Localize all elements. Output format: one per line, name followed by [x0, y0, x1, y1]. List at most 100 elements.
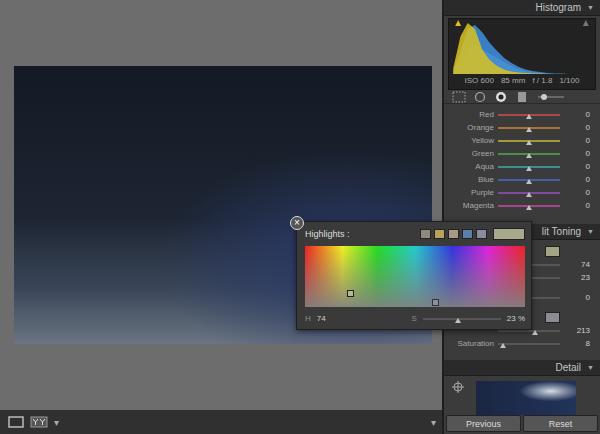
hsl-row: Purple 0: [444, 186, 600, 199]
panel-button[interactable]: Reset: [523, 415, 598, 432]
hue-value[interactable]: 74: [317, 314, 326, 323]
red-eye-icon[interactable]: [494, 91, 508, 103]
close-button[interactable]: ×: [290, 216, 304, 230]
color-marker[interactable]: [432, 299, 439, 306]
hsl-value[interactable]: 0: [564, 201, 590, 210]
hsl-slider[interactable]: [498, 127, 560, 129]
split-value[interactable]: 0: [564, 293, 590, 302]
detail-thumbnail: [476, 381, 576, 415]
split-value[interactable]: 74: [564, 260, 590, 269]
hsl-row: Blue 0: [444, 173, 600, 186]
detail-toggle[interactable]: ▼: [587, 364, 594, 371]
exif-item: 85 mm: [501, 76, 525, 85]
preset-swatch[interactable]: [462, 229, 473, 239]
split-value[interactable]: 8: [564, 339, 590, 348]
color-field[interactable]: [305, 246, 525, 307]
popup-footer: H 74 S 23 %: [305, 312, 525, 325]
slider-thumb[interactable]: [526, 192, 532, 197]
slider-thumb[interactable]: [500, 343, 506, 348]
hsl-label: Yellow: [448, 136, 494, 145]
hsl-value[interactable]: 0: [564, 162, 590, 171]
shadow-clip-icon[interactable]: [455, 20, 461, 26]
histogram-toggle[interactable]: ▼: [587, 4, 594, 11]
preset-swatch[interactable]: [476, 229, 487, 239]
color-picker-popup: × Highlights : H 74 S 23 %: [296, 221, 532, 330]
color-marker[interactable]: [347, 290, 354, 297]
highlight-clip-icon[interactable]: [583, 20, 589, 26]
split-slider[interactable]: [498, 343, 560, 345]
image-stage: [0, 0, 442, 410]
hsl-value[interactable]: 0: [564, 149, 590, 158]
histogram: ISO 60085 mmf / 1.81/100: [448, 18, 596, 90]
slider-thumb[interactable]: [526, 205, 532, 210]
hsl-label: Blue: [448, 175, 494, 184]
popup-header: Highlights :: [305, 227, 525, 241]
slider-thumb[interactable]: [532, 330, 538, 335]
hsl-slider[interactable]: [498, 205, 560, 207]
histogram-series: [453, 23, 591, 74]
histogram-chart: [452, 19, 592, 74]
split-value[interactable]: 23: [564, 273, 590, 282]
hsl-row: Magenta 0: [444, 199, 600, 212]
hsl-value[interactable]: 0: [564, 175, 590, 184]
hsl-slider[interactable]: [498, 114, 560, 116]
tool-strip: [444, 90, 600, 104]
hsl-list: Red 0Orange 0Yellow 0Green 0Aqua 0Blue 0…: [444, 104, 600, 218]
slider-thumb[interactable]: [455, 318, 461, 323]
brush-icon[interactable]: [536, 91, 566, 103]
current-color: [493, 228, 525, 240]
color-swatch[interactable]: [545, 246, 560, 257]
slider-thumb[interactable]: [526, 114, 532, 119]
hsl-slider[interactable]: [498, 179, 560, 181]
spot-removal-icon[interactable]: [473, 91, 487, 103]
left-area: ▾ ▾: [0, 0, 444, 434]
preset-swatch[interactable]: [420, 229, 431, 239]
hsl-row: Green 0: [444, 147, 600, 160]
exif-item: ISO 600: [465, 76, 494, 85]
graduated-filter-icon[interactable]: [515, 91, 529, 103]
swatch-list: [420, 229, 487, 239]
hsl-label: Red: [448, 110, 494, 119]
detail-preview: [444, 376, 600, 415]
hsl-label: Aqua: [448, 162, 494, 171]
view-dropdown[interactable]: ▾: [54, 417, 59, 428]
hsl-value[interactable]: 0: [564, 188, 590, 197]
slider-thumb[interactable]: [526, 166, 532, 171]
hsl-row: Yellow 0: [444, 134, 600, 147]
hsl-row: Aqua 0: [444, 160, 600, 173]
split-label: Saturation: [448, 339, 494, 348]
split-toning-title: lit Toning: [542, 226, 581, 237]
hue-label: H: [305, 314, 311, 323]
slider-thumb[interactable]: [526, 127, 532, 132]
toolbar-menu[interactable]: ▾: [431, 417, 436, 428]
slider-thumb[interactable]: [526, 179, 532, 184]
target-icon[interactable]: [452, 381, 464, 393]
hsl-value[interactable]: 0: [564, 110, 590, 119]
saturation-slider[interactable]: [423, 318, 501, 320]
hsl-value[interactable]: 0: [564, 123, 590, 132]
histogram-header[interactable]: Histogram ▼: [444, 0, 600, 16]
split-value[interactable]: 213: [564, 326, 590, 335]
slider-thumb[interactable]: [526, 153, 532, 158]
hsl-label: Green: [448, 149, 494, 158]
preset-swatch[interactable]: [448, 229, 459, 239]
detail-title: Detail: [555, 362, 581, 373]
split-toning-row: Saturation 8: [444, 337, 600, 350]
hsl-slider[interactable]: [498, 166, 560, 168]
loupe-view-icon[interactable]: [8, 416, 24, 428]
split-toning-toggle[interactable]: ▼: [587, 228, 594, 235]
preset-swatch[interactable]: [434, 229, 445, 239]
slider-thumb[interactable]: [526, 140, 532, 145]
hsl-slider[interactable]: [498, 140, 560, 142]
hsl-value[interactable]: 0: [564, 136, 590, 145]
saturation-value[interactable]: 23 %: [507, 314, 525, 323]
detail-header[interactable]: Detail ▼: [444, 360, 600, 376]
compare-view-icon[interactable]: [30, 416, 48, 428]
color-swatch[interactable]: [545, 312, 560, 323]
hsl-slider[interactable]: [498, 192, 560, 194]
panel-button[interactable]: Previous: [446, 415, 521, 432]
crop-icon[interactable]: [452, 91, 466, 103]
hsl-label: Orange: [448, 123, 494, 132]
hsl-row: Red 0: [444, 108, 600, 121]
hsl-slider[interactable]: [498, 153, 560, 155]
